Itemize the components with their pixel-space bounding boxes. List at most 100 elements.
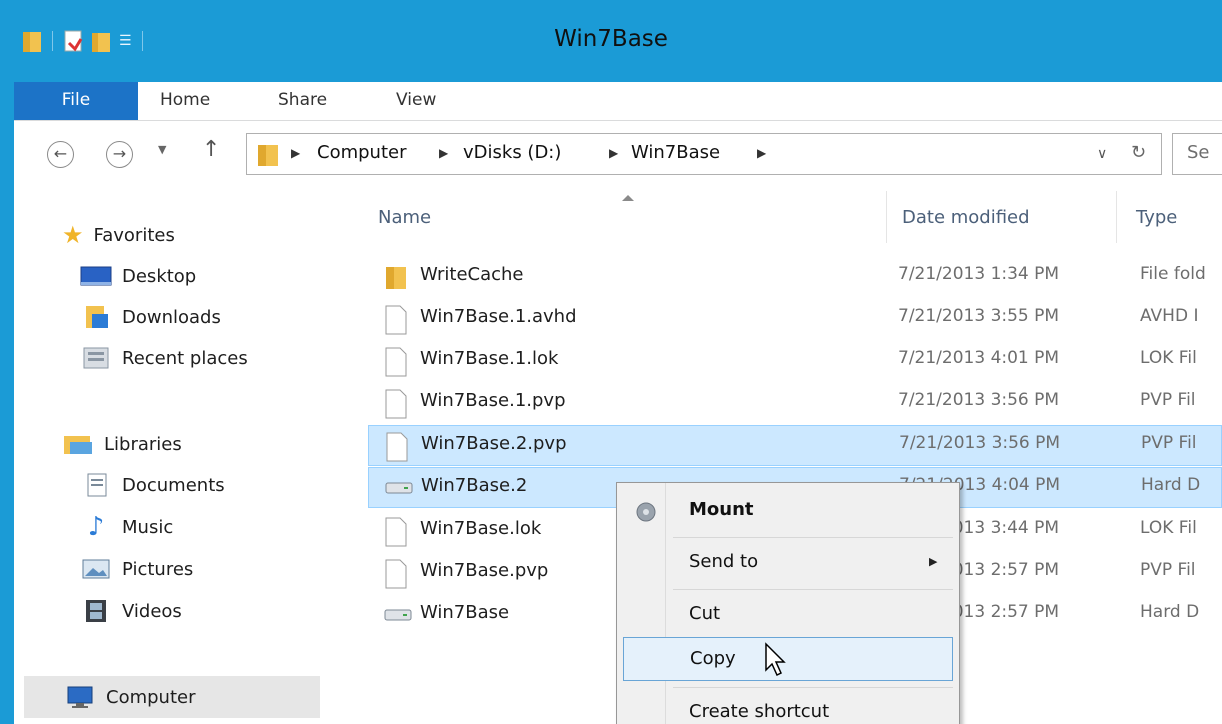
- menu-item-label: Copy: [690, 648, 736, 669]
- file-icon: [386, 432, 408, 462]
- chevron-down-icon: ▼: [158, 143, 167, 156]
- nav-computer[interactable]: Computer: [24, 676, 320, 718]
- hard-disk-icon: [384, 609, 412, 621]
- up-arrow-icon: ↑: [202, 137, 221, 162]
- address-dropdown-icon[interactable]: ∨: [1097, 146, 1107, 162]
- sort-ascending-icon: [622, 195, 634, 201]
- file-type: Hard D: [1140, 602, 1200, 622]
- nav-desktop[interactable]: Desktop: [80, 260, 196, 292]
- file-row[interactable]: Win7Base.1.avhd 7/21/2013 3:55 PM AVHD I: [368, 299, 1222, 340]
- mount-icon: [636, 502, 656, 522]
- window-border: [0, 0, 14, 724]
- file-name: Win7Base.1.pvp: [420, 390, 566, 411]
- back-arrow-icon: ←: [53, 144, 68, 163]
- tab-home[interactable]: Home: [160, 82, 210, 120]
- nav-music[interactable]: ♪ Music: [80, 511, 174, 543]
- file-icon: [385, 517, 407, 547]
- address-bar[interactable]: ▶ Computer ▶ vDisks (D:) ▶ Win7Base ▶ ∨ …: [246, 133, 1162, 175]
- window-title: Win7Base: [554, 26, 668, 52]
- search-placeholder: Se: [1187, 142, 1210, 163]
- file-type: Hard D: [1141, 475, 1201, 495]
- libraries-icon: [64, 436, 92, 454]
- navigation-bar: ← → ▼ ↑ ▶ Computer ▶ vDisks (D:) ▶ Win7B…: [14, 121, 1222, 187]
- nav-pictures-label: Pictures: [122, 558, 194, 580]
- breadcrumb-arrow-icon[interactable]: ▶: [291, 146, 300, 160]
- forward-button[interactable]: →: [106, 141, 133, 168]
- breadcrumb-vdisks[interactable]: vDisks (D:): [463, 142, 561, 163]
- file-icon: [385, 389, 407, 419]
- nav-favorites[interactable]: ★ Favorites: [62, 219, 175, 251]
- title-bar[interactable]: ☰ Win7Base: [0, 0, 1222, 82]
- file-type: LOK Fil: [1140, 348, 1197, 368]
- column-name[interactable]: Name: [378, 207, 431, 228]
- nav-downloads[interactable]: Downloads: [80, 301, 221, 333]
- breadcrumb-arrow-icon[interactable]: ▶: [609, 146, 618, 160]
- tab-view[interactable]: View: [396, 82, 436, 120]
- file-icon: [385, 347, 407, 377]
- star-icon: ★: [62, 221, 84, 249]
- file-type: PVP Fil: [1141, 433, 1197, 453]
- breadcrumb-arrow-icon[interactable]: ▶: [757, 146, 766, 160]
- menu-item-send-to[interactable]: Send to ▶: [623, 541, 953, 585]
- nav-videos[interactable]: Videos: [80, 595, 182, 627]
- nav-computer-label: Computer: [106, 686, 196, 708]
- column-divider[interactable]: [886, 191, 887, 243]
- file-row[interactable]: Win7Base.1.lok 7/21/2013 4:01 PM LOK Fil: [368, 341, 1222, 382]
- recent-locations-button[interactable]: ▼: [158, 143, 166, 156]
- file-icon: [385, 559, 407, 589]
- nav-libraries-label: Libraries: [104, 433, 182, 455]
- submenu-arrow-icon: ▶: [929, 555, 938, 568]
- file-date: 7/21/2013 3:56 PM: [899, 433, 1061, 453]
- up-button[interactable]: ↑: [202, 137, 220, 162]
- nav-recent-places[interactable]: Recent places: [80, 342, 248, 374]
- file-name: Win7Base: [420, 602, 510, 623]
- file-type: AVHD I: [1140, 306, 1199, 326]
- computer-icon: [67, 686, 93, 708]
- desktop-icon: [80, 266, 112, 286]
- search-input[interactable]: Se: [1172, 133, 1222, 175]
- pictures-icon: [82, 559, 110, 579]
- downloads-icon: [86, 306, 108, 328]
- nav-documents-label: Documents: [122, 474, 225, 496]
- back-button[interactable]: ←: [47, 141, 74, 168]
- tab-file[interactable]: File: [14, 82, 138, 120]
- nav-recent-places-label: Recent places: [122, 347, 248, 369]
- file-date: 7/21/2013 3:56 PM: [898, 390, 1060, 410]
- explorer-window: ☰ Win7Base File Home Share View ← → ▼ ↑ …: [0, 0, 1222, 724]
- file-name: Win7Base.2: [421, 475, 528, 496]
- nav-music-label: Music: [122, 516, 174, 538]
- breadcrumb-arrow-icon[interactable]: ▶: [439, 146, 448, 160]
- nav-downloads-label: Downloads: [122, 306, 221, 328]
- file-date: 7/21/2013 3:55 PM: [898, 306, 1060, 326]
- nav-libraries[interactable]: Libraries: [62, 428, 182, 460]
- nav-computer-row: Computer: [64, 681, 195, 713]
- column-type[interactable]: Type: [1136, 207, 1177, 228]
- nav-pictures[interactable]: Pictures: [80, 553, 193, 585]
- column-header: Name Date modified Type: [340, 187, 1222, 247]
- breadcrumb-computer[interactable]: Computer: [317, 142, 406, 163]
- file-row[interactable]: Win7Base.1.pvp 7/21/2013 3:56 PM PVP Fil: [368, 383, 1222, 424]
- menu-item-cut[interactable]: Cut: [623, 593, 953, 637]
- file-name: Win7Base.1.avhd: [420, 306, 577, 327]
- column-divider[interactable]: [1116, 191, 1117, 243]
- nav-documents[interactable]: Documents: [80, 469, 225, 501]
- context-menu: Mount Send to ▶ Cut Copy Create shortcut: [616, 482, 960, 724]
- file-row[interactable]: WriteCache 7/21/2013 1:34 PM File fold: [368, 257, 1222, 298]
- file-name: Win7Base.2.pvp: [421, 433, 567, 454]
- menu-separator: [673, 537, 953, 538]
- menu-item-create-shortcut[interactable]: Create shortcut: [623, 691, 953, 724]
- tab-share[interactable]: Share: [278, 82, 327, 120]
- menu-item-mount[interactable]: Mount: [623, 489, 953, 533]
- videos-icon: [86, 600, 106, 622]
- file-type: LOK Fil: [1140, 518, 1197, 538]
- breadcrumb-win7base[interactable]: Win7Base: [631, 142, 720, 163]
- documents-icon: [87, 473, 107, 497]
- menu-item-label: Cut: [689, 603, 721, 624]
- refresh-icon[interactable]: ↻: [1131, 142, 1146, 163]
- file-row-selected[interactable]: Win7Base.2.pvp 7/21/2013 3:56 PM PVP Fil: [368, 425, 1222, 466]
- column-date-modified[interactable]: Date modified: [902, 207, 1030, 228]
- file-name: WriteCache: [420, 264, 524, 285]
- file-name: Win7Base.lok: [420, 518, 542, 539]
- forward-arrow-icon: →: [112, 144, 127, 163]
- navigation-pane: ★ Favorites Desktop Downloads Recent pla…: [14, 187, 340, 724]
